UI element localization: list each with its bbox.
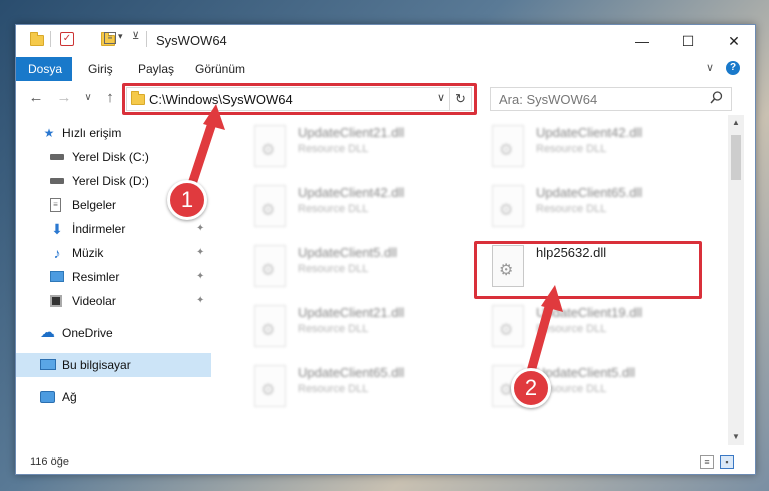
arrow-1	[185, 104, 225, 195]
annotation-badge-1: 1	[167, 180, 207, 220]
annotation-badge-2: 2	[511, 368, 551, 408]
arrow-2	[525, 285, 563, 380]
annotation-arrows	[185, 104, 563, 380]
